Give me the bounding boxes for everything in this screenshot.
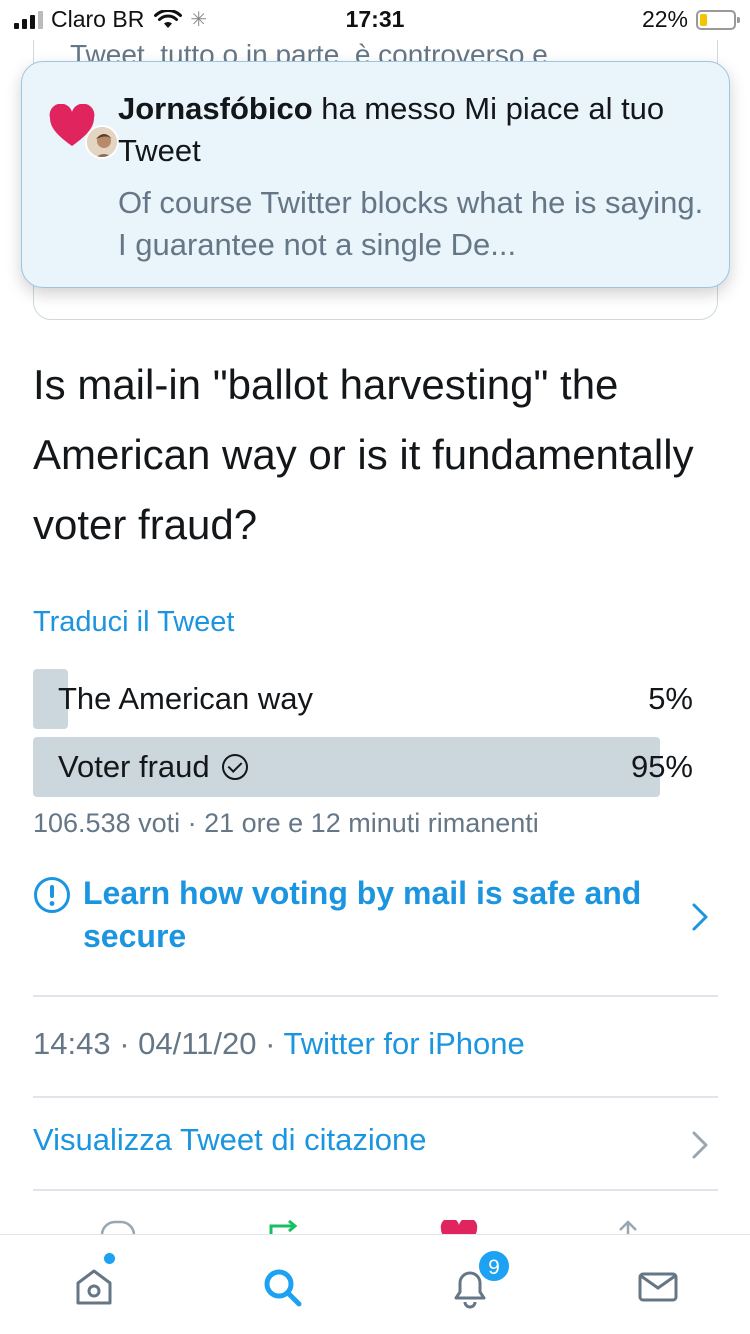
chevron-right-icon: [692, 1131, 708, 1159]
notification-user: Jornasfóbico: [118, 91, 313, 126]
search-icon: [264, 1269, 302, 1307]
battery-percent: 22%: [641, 6, 688, 32]
reply-icon[interactable]: [100, 1220, 136, 1234]
poll-option-percent: 95%: [630, 749, 693, 784]
poll-option-winner: Voter fraud 95%: [33, 737, 693, 797]
clock: 17:31: [345, 6, 405, 32]
notification-preview: Of course Twitter blocks what he is sayi…: [118, 185, 704, 262]
divider: [33, 1189, 718, 1191]
info-icon: [34, 877, 70, 913]
tab-search[interactable]: [252, 1257, 312, 1317]
tweet-timestamp-row: 14:43 · 04/11/20 · Twitter for iPhone: [33, 1026, 525, 1062]
home-icon: [76, 1269, 112, 1305]
avatar: [85, 125, 119, 159]
poll-meta: 106.538 voti · 21 ore e 12 minuti rimane…: [33, 808, 539, 838]
notification-title: Jornasfóbico ha messo Mi piace al tuo Tw…: [118, 88, 708, 172]
status-right: 22%: [641, 6, 740, 33]
battery-icon: [696, 9, 740, 30]
election-info-text: Learn how voting by mail is safe and sec…: [83, 875, 642, 954]
like-notification-toast[interactable]: Jornasfóbico ha messo Mi piace al tuo Tw…: [21, 61, 730, 288]
poll-option-label: Voter fraud: [58, 749, 210, 784]
tab-home[interactable]: [64, 1257, 124, 1317]
bottom-tab-bar: 9: [0, 1234, 750, 1334]
tweet-actions: [0, 1212, 750, 1234]
election-info-link[interactable]: Learn how voting by mail is safe and sec…: [33, 872, 718, 972]
retweet-icon[interactable]: [265, 1220, 305, 1234]
tweet-source-link[interactable]: Twitter for iPhone: [284, 1026, 525, 1061]
tab-messages[interactable]: [628, 1257, 688, 1317]
notifications-badge: 9: [477, 1249, 511, 1283]
quote-tweets-label: Visualizza Tweet di citazione: [33, 1122, 427, 1157]
tweet-text: Is mail-in "ballot harvesting" the Ameri…: [33, 361, 694, 548]
meta-separator: ·: [110, 1026, 139, 1061]
share-icon[interactable]: [616, 1220, 640, 1234]
meta-separator: ·: [256, 1026, 284, 1061]
divider: [33, 995, 718, 997]
like-icon[interactable]: [440, 1220, 478, 1234]
check-circle-icon: [221, 754, 248, 780]
poll-option: The American way 5%: [33, 669, 693, 729]
mail-icon: [638, 1272, 678, 1302]
new-content-dot: [104, 1253, 115, 1264]
divider: [33, 1096, 718, 1098]
status-bar: Claro BR ✳ 17:31 22%: [0, 0, 750, 40]
tweet-time: 14:43: [33, 1026, 111, 1061]
tweet-date: 04/11/20: [138, 1026, 257, 1061]
chevron-right-icon: [692, 903, 708, 931]
poll-option-label-wrap: Voter fraud: [58, 737, 248, 797]
translate-tweet-link[interactable]: Traduci il Tweet: [33, 606, 234, 639]
quote-tweets-link[interactable]: Visualizza Tweet di citazione: [33, 1122, 718, 1166]
poll-option-label: The American way: [58, 681, 313, 716]
poll-option-percent: 5%: [648, 681, 693, 716]
